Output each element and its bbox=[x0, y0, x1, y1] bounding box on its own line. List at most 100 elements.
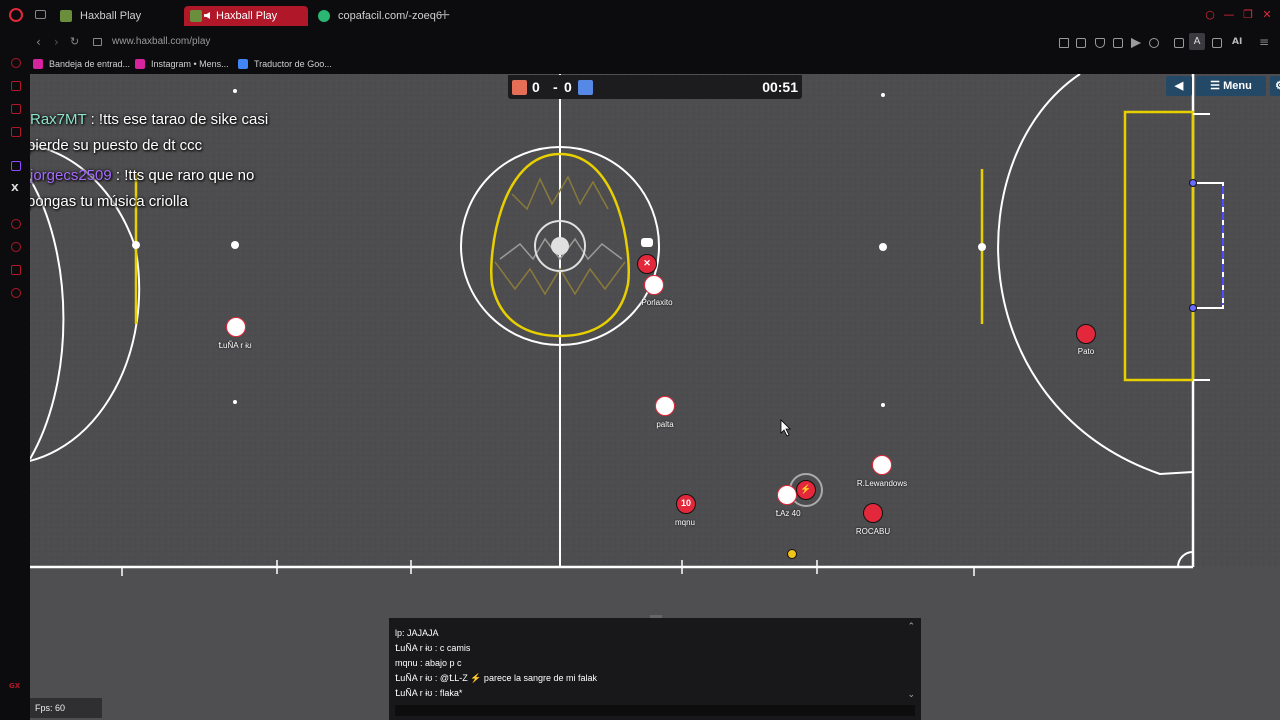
bookmark-translate[interactable]: Traductor de Goo... bbox=[238, 56, 332, 72]
play-icon[interactable] bbox=[1131, 38, 1141, 48]
chat-message: ꝈuÑA r ɨʊ : @ꝈL-Z ⚡ parece la sangre de … bbox=[395, 673, 597, 683]
tab-haxball-1[interactable]: Haxball Play bbox=[52, 6, 180, 26]
chat-message: mqnu : abajo p c bbox=[395, 658, 462, 668]
player-name: palta bbox=[656, 420, 674, 429]
search-icon[interactable]: ○ bbox=[1203, 8, 1217, 22]
twitch-icon[interactable] bbox=[11, 161, 21, 171]
bookmark-label: Instagram • Mens... bbox=[151, 59, 229, 69]
tts-text: !tts que raro que no bbox=[124, 167, 255, 184]
goal-post bbox=[1189, 179, 1197, 187]
fps-counter: Fps: 60 bbox=[30, 698, 102, 718]
back-icon[interactable]: ‹ bbox=[36, 33, 41, 51]
bookmark-inbox[interactable]: Bandeja de entrad... bbox=[33, 56, 130, 72]
instagram-icon bbox=[135, 59, 145, 69]
twitch-bag-icon[interactable] bbox=[11, 81, 21, 91]
forward-icon[interactable]: › bbox=[54, 33, 59, 51]
x-icon[interactable]: X bbox=[11, 183, 19, 194]
blue-team-color bbox=[578, 80, 593, 95]
browser-tab-bar: Haxball Play Haxball Play copafacil.com/… bbox=[0, 0, 1280, 30]
tts-message-2-cont: pongas tu música criolla bbox=[30, 193, 188, 210]
player-name: mqnu bbox=[674, 518, 696, 527]
messenger-icon[interactable] bbox=[11, 127, 21, 137]
chevron-up-icon[interactable]: ⌃ bbox=[907, 622, 915, 632]
tts-message-1: Rax7MT : !tts ese tarao de sike casi bbox=[30, 107, 268, 133]
player-icon[interactable] bbox=[11, 219, 21, 229]
extensions-icon[interactable] bbox=[11, 265, 21, 275]
translate-icon[interactable] bbox=[1113, 38, 1123, 48]
gx-corner-icon[interactable] bbox=[11, 58, 21, 68]
goal-post bbox=[1189, 304, 1197, 312]
menu-icon[interactable]: ≡ bbox=[1259, 33, 1269, 51]
bookmark-label: Traductor de Goo... bbox=[254, 59, 332, 69]
score-separator: - bbox=[553, 79, 558, 95]
lock-icon bbox=[93, 38, 102, 46]
instagram-icon bbox=[33, 59, 43, 69]
player-name: Pato bbox=[1077, 347, 1095, 356]
settings-gear-icon[interactable]: ⚙ bbox=[1270, 76, 1280, 96]
download-icon[interactable] bbox=[1212, 38, 1222, 48]
copafacil-favicon-icon bbox=[318, 10, 330, 22]
blue-score: 0 bbox=[564, 79, 572, 95]
tts-text: !tts ese tarao de sike casi bbox=[98, 111, 269, 128]
controlled-player-disc: ⚡ bbox=[796, 480, 816, 500]
address-bar: ‹ › ↻ www.haxball.com/play A AI ≡ bbox=[0, 30, 1280, 54]
match-timer: 00:51 bbox=[762, 79, 798, 95]
tab-label: copafacil.com/-zoeq6 bbox=[338, 10, 442, 22]
minimize-icon[interactable]: — bbox=[1222, 8, 1236, 22]
snapshot-icon[interactable] bbox=[1076, 38, 1086, 48]
translate-icon bbox=[238, 59, 248, 69]
chevron-down-icon[interactable]: ⌄ bbox=[907, 690, 915, 700]
player-disc bbox=[655, 396, 675, 416]
url-field[interactable]: www.haxball.com/play bbox=[112, 34, 210, 50]
chat-input[interactable] bbox=[395, 705, 915, 716]
reload-icon[interactable]: ↻ bbox=[70, 33, 79, 51]
history-icon[interactable] bbox=[11, 242, 21, 252]
menu-button[interactable]: ☰ Menu bbox=[1196, 76, 1266, 96]
tts-username: jorgecs2509 bbox=[30, 167, 112, 184]
player-disc bbox=[644, 275, 664, 295]
gx-badge: GX bbox=[9, 682, 21, 690]
bookmarks-bar: Bandeja de entrad... Instagram • Mens...… bbox=[0, 54, 1280, 74]
chat-resize-handle[interactable] bbox=[650, 615, 662, 618]
maximize-icon[interactable]: ❐ bbox=[1241, 8, 1255, 22]
extensions-icon[interactable] bbox=[1174, 38, 1184, 48]
heart-icon[interactable] bbox=[1149, 38, 1159, 48]
close-icon[interactable]: ✕ bbox=[1260, 8, 1274, 22]
sound-icon[interactable]: ◀ bbox=[1166, 76, 1192, 96]
speaker-icon[interactable] bbox=[204, 12, 210, 19]
tab-label: Haxball Play bbox=[216, 10, 278, 22]
tab-haxball-2[interactable]: Haxball Play bbox=[184, 6, 308, 26]
bookmark-instagram[interactable]: Instagram • Mens... bbox=[135, 56, 229, 72]
player-name: R.Lewandows bbox=[856, 479, 908, 488]
player-disc: 10 bbox=[676, 494, 696, 514]
tab-copafacil[interactable]: copafacil.com/-zoeq6 bbox=[310, 6, 442, 26]
settings-icon[interactable] bbox=[11, 288, 21, 298]
tts-separator: : bbox=[111, 167, 125, 184]
player-name: ROCABU bbox=[855, 527, 891, 536]
tts-message-2: jorgecs2509 : !tts que raro que no bbox=[30, 163, 254, 189]
profile-button[interactable]: A bbox=[1189, 33, 1205, 50]
tab-overview-icon[interactable] bbox=[35, 10, 46, 19]
bookmark-icon[interactable] bbox=[1059, 38, 1069, 48]
chat-box: ⌃ lp: JAJAJA ꝈuÑA r ɨʊ : c camis mqnu : … bbox=[389, 615, 921, 720]
shield-icon[interactable] bbox=[1095, 38, 1105, 48]
haxball-favicon-icon bbox=[60, 10, 72, 22]
tab-label: Haxball Play bbox=[80, 10, 142, 22]
player-name: ꝈAz 40 bbox=[775, 509, 801, 518]
shield-icon[interactable] bbox=[11, 104, 21, 114]
bookmark-label: Bandeja de entrad... bbox=[49, 59, 131, 69]
chat-message: ꝈuÑA r ɨʊ : flaka* bbox=[395, 688, 463, 698]
player-disc bbox=[226, 317, 246, 337]
chat-bubble-icon bbox=[641, 238, 653, 247]
opera-logo-icon[interactable] bbox=[9, 8, 23, 22]
haxball-game[interactable]: 0 - 0 00:51 ◀ ☰ Menu ⚙ Rax7MT : !tts ese… bbox=[30, 74, 1280, 720]
player-name: ꝈuÑA r ɨʊ bbox=[218, 341, 252, 350]
sidebar: X GX bbox=[0, 54, 30, 720]
player-disc bbox=[777, 485, 797, 505]
tts-message-1-cont: pierde su puesto de dt ccc bbox=[30, 137, 203, 154]
ai-button[interactable]: AI bbox=[1232, 34, 1242, 50]
chat-message: lp: JAJAJA bbox=[395, 628, 439, 638]
tts-username: Rax7MT bbox=[30, 111, 87, 128]
scoreboard: 0 - 0 00:51 bbox=[508, 75, 802, 99]
new-tab-button[interactable]: + bbox=[439, 6, 451, 24]
